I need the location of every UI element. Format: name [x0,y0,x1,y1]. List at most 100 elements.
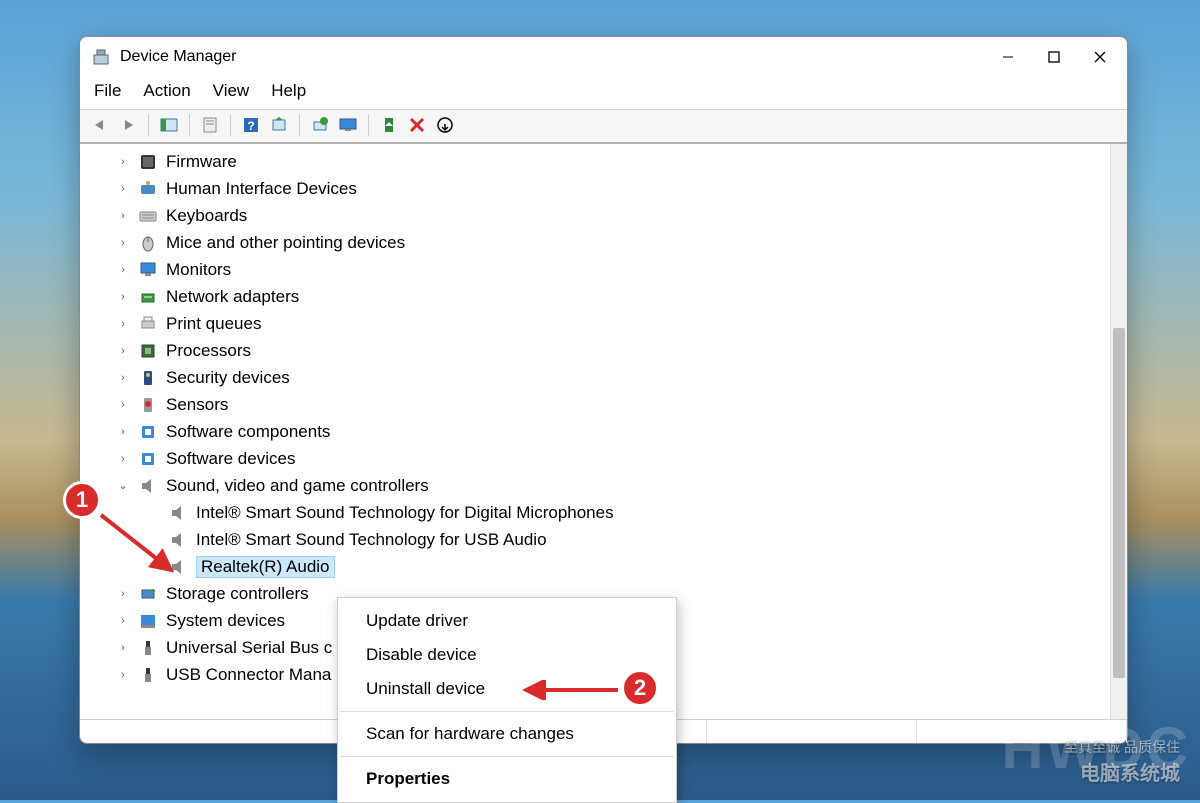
node-label: Intel® Smart Sound Technology for USB Au… [196,530,547,550]
minimize-button[interactable] [985,38,1031,76]
device-icon [138,476,158,496]
context-menu-item[interactable]: Scan for hardware changes [338,717,676,751]
device-icon [138,152,158,172]
tree-child-node[interactable]: Intel® Smart Sound Technology for USB Au… [80,526,1110,553]
menu-help[interactable]: Help [271,81,306,101]
svg-text:?: ? [247,119,254,133]
menubar: File Action View Help [80,77,1127,109]
node-label: Keyboards [166,206,247,226]
menu-file[interactable]: File [94,81,121,101]
vertical-scrollbar[interactable] [1110,144,1127,719]
tree-node[interactable]: ›Firmware [80,148,1110,175]
window-controls [985,38,1123,76]
expander-icon[interactable]: › [116,398,130,412]
maximize-button[interactable] [1031,38,1077,76]
scrollbar-thumb[interactable] [1113,328,1125,678]
monitor-button[interactable] [336,114,360,136]
expander-icon[interactable]: › [116,425,130,439]
expander-icon[interactable]: › [116,317,130,331]
node-label: Monitors [166,260,231,280]
expander-icon[interactable]: ⌄ [116,479,130,493]
device-icon [138,368,158,388]
node-label: Software devices [166,449,295,469]
device-icon [138,449,158,469]
device-icon [138,422,158,442]
device-icon [138,287,158,307]
back-button[interactable] [88,114,112,136]
properties-button[interactable] [198,114,222,136]
tree-node[interactable]: › Processors [80,337,1110,364]
titlebar: Device Manager [80,37,1127,77]
expander-icon[interactable]: › [116,668,130,682]
tree-node[interactable]: ›Software components [80,418,1110,445]
tree-node[interactable]: › Sensors [80,391,1110,418]
menu-view[interactable]: View [213,81,250,101]
watermark-text: 至真至诚 品质保住 电脑系统城 [1064,737,1180,786]
annotation-arrow-1 [96,505,186,580]
tree-node[interactable]: › Print queues [80,310,1110,337]
expander-icon[interactable]: › [116,452,130,466]
disable-device-button[interactable] [433,114,457,136]
show-hide-tree-button[interactable] [157,114,181,136]
update-driver-button[interactable] [308,114,332,136]
device-icon [138,314,158,334]
tree-node[interactable]: ›Human Interface Devices [80,175,1110,202]
tree-node[interactable]: ⌄ Sound, video and game controllers [80,472,1110,499]
expander-icon[interactable]: › [116,263,130,277]
node-label: Realtek(R) Audio [196,556,335,578]
annotation-arrow-2 [518,680,628,700]
annotation-marker-1: 1 [63,481,101,519]
tree-child-node[interactable]: Realtek(R) Audio [80,553,1110,580]
context-menu-item[interactable]: Update driver [338,604,676,638]
expander-icon[interactable]: › [116,209,130,223]
tree-node[interactable]: › Security devices [80,364,1110,391]
menu-action[interactable]: Action [143,81,190,101]
device-icon [138,584,158,604]
device-icon [138,341,158,361]
forward-button[interactable] [116,114,140,136]
node-label: Processors [166,341,251,361]
expander-icon[interactable]: › [116,155,130,169]
tree-node[interactable]: › Network adapters [80,283,1110,310]
node-label: Network adapters [166,287,299,307]
node-label: Intel® Smart Sound Technology for Digita… [196,503,614,523]
context-menu-item[interactable]: Disable device [338,638,676,672]
expander-icon[interactable]: › [116,344,130,358]
expander-icon[interactable]: › [116,182,130,196]
menu-divider [340,756,674,757]
tree-child-node[interactable]: Intel® Smart Sound Technology for Digita… [80,499,1110,526]
tree-node[interactable]: › Software devices [80,445,1110,472]
node-label: Sound, video and game controllers [166,476,429,496]
device-icon [138,260,158,280]
toolbar: ? [80,109,1127,143]
help-button[interactable]: ? [239,114,263,136]
device-icon [138,233,158,253]
device-icon [138,179,158,199]
tree-node[interactable]: › Mice and other pointing devices [80,229,1110,256]
node-label: Print queues [166,314,261,334]
node-label: Universal Serial Bus c [166,638,332,658]
node-label: Mice and other pointing devices [166,233,405,253]
close-button[interactable] [1077,38,1123,76]
tree-node[interactable]: › Monitors [80,256,1110,283]
expander-icon[interactable]: › [116,371,130,385]
context-menu-item[interactable]: Properties [338,762,676,796]
expander-icon[interactable]: › [116,236,130,250]
tree-node[interactable]: › Keyboards [80,202,1110,229]
app-icon [92,48,110,66]
enable-device-button[interactable] [377,114,401,136]
expander-icon[interactable]: › [116,614,130,628]
node-label: System devices [166,611,285,631]
window-title: Device Manager [120,48,985,66]
device-icon [138,665,158,685]
scan-button[interactable] [267,114,291,136]
node-label: Security devices [166,368,290,388]
expander-icon[interactable]: › [116,290,130,304]
menu-divider [340,711,674,712]
expander-icon[interactable]: › [116,587,130,601]
device-icon [138,206,158,226]
node-label: Storage controllers [166,584,309,604]
expander-icon[interactable]: › [116,641,130,655]
uninstall-device-button[interactable] [405,114,429,136]
node-label: Sensors [166,395,228,415]
